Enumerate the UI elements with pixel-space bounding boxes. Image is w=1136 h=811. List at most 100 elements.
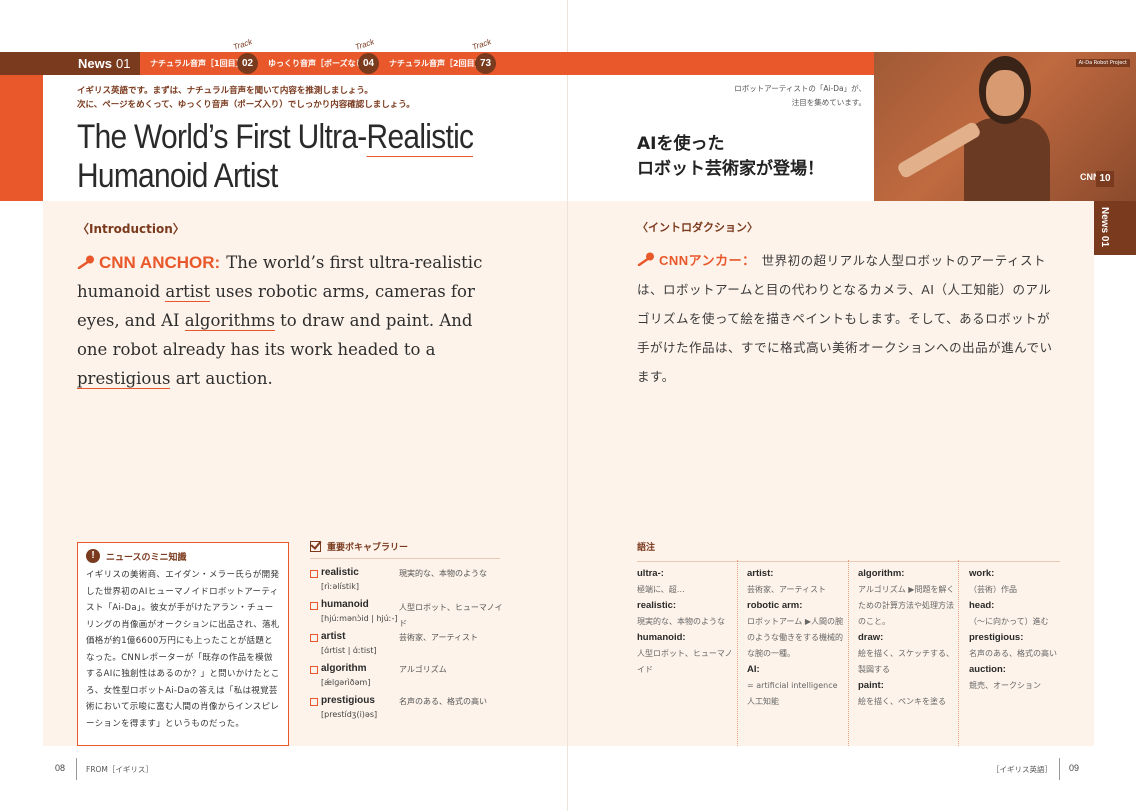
track-2-label: ゆっくり音声［ポーズなし］ [268, 59, 372, 68]
vocab-word: artist [321, 631, 346, 642]
glossary-term: AI: [747, 664, 760, 675]
glossary-term: draw: [858, 632, 884, 643]
vocab-word: prestigious [321, 695, 375, 706]
vocab-item: humanoid [hjúːmənɔ̀id | hjúː-] 人型ロボット、ヒュ… [310, 599, 505, 631]
glossary-term: realistic: [637, 600, 677, 611]
vocab-pronunciation: [prestídʒ(i)əs] [321, 710, 378, 719]
microphone-icon [637, 252, 654, 266]
vocab-word: realistic [321, 567, 359, 578]
glossary-term: robotic arm: [747, 600, 803, 611]
side-tab: News 01 [1094, 201, 1136, 255]
glossary-divider [737, 560, 738, 746]
glossary-definition: 絵を描く、スケッチする、製図する [858, 649, 954, 674]
glossary-column-3: algorithm: アルゴリズム ▶問題を解くための計算方法や処理方法のこと。… [858, 566, 958, 710]
speaker-label-en: CNN ANCHOR: [77, 253, 220, 272]
glossary-definition: （〜に向かって）進む [969, 617, 1049, 626]
page-number-left: 08 [55, 763, 66, 773]
title-ja-line-2: ロボット芸術家が登場！ [637, 159, 824, 179]
glossary-definition: 人型ロボット、ヒューマノイド [637, 649, 733, 674]
vocab-pronunciation: [ɑ́rtist | ɑ́ːtist] [321, 646, 377, 655]
page-number-right: 09 [1069, 763, 1080, 773]
glossary-term: humanoid: [637, 632, 686, 643]
title-line-1: The World’s First Ultra- [77, 118, 367, 156]
caption-line-2: 注目を集めています。 [791, 98, 866, 107]
vocab-word-prestigious: prestigious [77, 369, 171, 389]
glossary-column-4: work: （芸術）作品 head: （〜に向かって）進む prestigiou… [969, 566, 1069, 694]
track-1-word: Track [232, 37, 254, 52]
vocab-checkbox[interactable] [310, 570, 318, 578]
track-2-word: Track [354, 37, 376, 52]
vocab-checkbox[interactable] [310, 698, 318, 706]
vocab-meaning: 現実的な、本物のような [399, 569, 487, 578]
glossary-term: auction: [969, 664, 1006, 675]
glossary-definition: 名声のある、格式の高い [969, 649, 1057, 658]
title-line-2: Humanoid Artist [77, 157, 278, 195]
title-underlined-word: Realistic [366, 118, 474, 157]
microphone-icon [77, 255, 94, 269]
vocab-checkbox[interactable] [310, 602, 318, 610]
vocab-meaning: アルゴリズム [399, 665, 447, 674]
vocab-item: artist [ɑ́rtist | ɑ́ːtist] 芸術家、アーティスト [310, 631, 505, 663]
news-label: News 01 [0, 52, 140, 75]
glossary-column-2: artist: 芸術家、アーティスト robotic arm: ロボットアーム … [747, 566, 847, 710]
vocab-meaning: 人型ロボット、ヒューマノイド [399, 603, 503, 628]
track-1-number[interactable]: 02 [237, 53, 258, 74]
intro-text-4: art auction. [170, 369, 273, 388]
glossary-divider [848, 560, 849, 746]
vocab-checkbox[interactable] [310, 666, 318, 674]
cnn-number: 10 [1096, 171, 1114, 187]
intro-heading-en: 〈Introduction〉 [77, 222, 185, 236]
vocab-heading: 重要ボキャブラリー [310, 540, 500, 559]
vocab-pronunciation: [ǽlɡərìðəm] [321, 678, 371, 687]
track-3-label: ナチュラル音声［2回目］ [389, 59, 483, 68]
glossary-heading: 語注 [637, 540, 1060, 562]
vocab-meaning: 名声のある、格式の高い [399, 697, 487, 706]
vocab-pronunciation: [rìːəlístik] [321, 582, 359, 591]
glossary-definition: （芸術）作品 [969, 585, 1017, 594]
footer-text-left: FROM［イギリス］ [86, 765, 153, 774]
photo-credit: Ai-Da Robot Project [1075, 59, 1130, 67]
intro-paragraph-en: CNN ANCHOR: The world’s first ultra-reali… [77, 248, 503, 393]
vocab-checkbox[interactable] [310, 634, 318, 642]
track-1-label: ナチュラル音声［1回目］ [150, 59, 244, 68]
vocab-word: algorithm [321, 663, 367, 674]
glossary-definition: 絵を描く、ペンキを塗る [858, 697, 946, 706]
vocab-meaning: 芸術家、アーティスト [399, 633, 479, 642]
glossary-term: paint: [858, 680, 884, 691]
vocab-title: 重要ボキャブラリー [327, 543, 409, 553]
instructions: イギリス英語です。まずは、ナチュラル音声を聞いて内容を推測しましょう。 次に、ペ… [77, 84, 415, 112]
title-english: The World’s First Ultra-Realistic Humano… [77, 118, 474, 196]
intro-heading-ja: 〈イントロダクション〉 [637, 221, 758, 234]
vocab-pronunciation: [hjúːmənɔ̀id | hjúː-] [321, 614, 398, 623]
mini-knowledge-body: イギリスの美術商、エイダン・メラー氏らが開発した世界初のAIヒューマノイドロボッ… [86, 570, 280, 729]
glossary-definition: 芸術家、アーティスト [747, 585, 827, 594]
mini-knowledge-title: ! ニュースのミニ知識 [86, 549, 280, 563]
glossary-divider [958, 560, 959, 746]
speaker-label-ja: CNNアンカー： [637, 252, 756, 268]
page-gutter [567, 0, 568, 811]
track-2-number[interactable]: 04 [358, 53, 379, 74]
vocab-item: realistic [rìːəlístik] 現実的な、本物のような [310, 567, 505, 599]
vocab-item: algorithm [ǽlɡərìðəm] アルゴリズム [310, 663, 505, 695]
vocab-word-algorithms: algorithms [184, 311, 275, 331]
robot-face-shape [986, 70, 1024, 116]
track-3-number[interactable]: 73 [475, 53, 496, 74]
glossary-column-1: ultra-: 極端に、超… realistic: 現実的な、本物のような hu… [637, 566, 737, 678]
glossary-definition: ロボットアーム ▶人間の腕のような働きをする機械的な腕の一種。 [747, 617, 843, 658]
glossary-definition: = artificial intelligence 人工知能 [747, 681, 838, 706]
glossary-definition: アルゴリズム ▶問題を解くための計算方法や処理方法のこと。 [858, 585, 955, 626]
instruction-line-1: イギリス英語です。まずは、ナチュラル音声を聞いて内容を推測しましょう。 [77, 86, 373, 96]
news-number: 01 [115, 56, 131, 71]
vocab-word-artist: artist [165, 282, 211, 302]
glossary-definition: 現実的な、本物のような [637, 617, 725, 626]
glossary-term: head: [969, 600, 995, 611]
glossary-term: artist: [747, 568, 774, 579]
instruction-line-2: 次に、ページをめくって、ゆっくり音声（ポーズ入り）でしっかり内容確認しましょう。 [77, 100, 415, 110]
vocab-word: humanoid [321, 599, 369, 610]
mini-title-text: ニュースのミニ知識 [106, 552, 187, 563]
vocab-list: realistic [rìːəlístik] 現実的な、本物のような human… [310, 567, 505, 727]
checkbox-icon [310, 541, 321, 552]
speaker-name-ja: CNNアンカー： [659, 253, 756, 268]
exclamation-icon: ! [86, 549, 100, 563]
photo-caption: ロボットアーティストの「Ai-Da」が、 注目を集めています。 [720, 82, 866, 110]
